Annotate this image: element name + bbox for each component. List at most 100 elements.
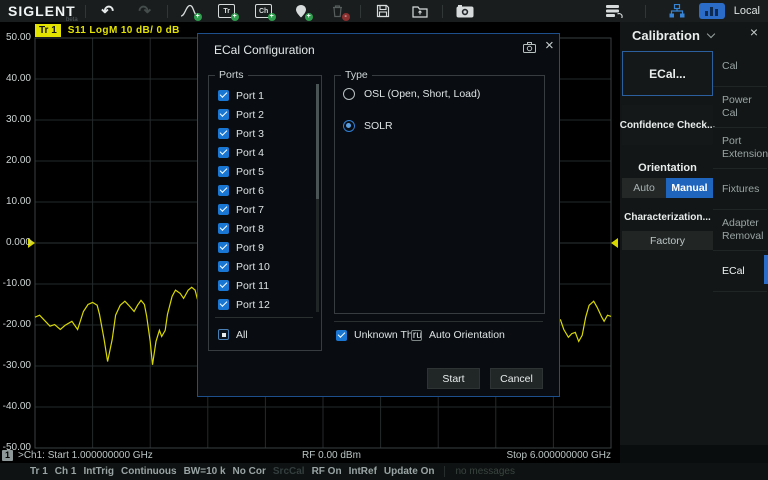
- rf-power-label[interactable]: RF 0.00 dBm: [302, 450, 361, 461]
- redo-icon[interactable]: ↷: [132, 2, 158, 20]
- port-checkbox-checked[interactable]: [218, 90, 229, 101]
- status-item-rf-on[interactable]: RF On: [312, 466, 342, 477]
- factory-button[interactable]: Factory: [622, 231, 713, 250]
- port-checkbox-checked[interactable]: [218, 223, 229, 234]
- port-checkbox-checked[interactable]: [218, 261, 229, 272]
- all-ports-label: All: [236, 329, 248, 341]
- unknown-thru-row[interactable]: Unknown Thru: [336, 328, 422, 342]
- remote-display-icon[interactable]: [699, 3, 725, 19]
- sidebar-close-icon[interactable]: ×: [750, 25, 758, 39]
- port-checkbox-row[interactable]: Port 3: [218, 124, 310, 143]
- port-checkbox-checked[interactable]: [218, 109, 229, 120]
- port-checkbox-checked[interactable]: [218, 204, 229, 215]
- ports-list: Port 1Port 2Port 3 Port 4 Port 5 Port 6 Port…: [218, 86, 310, 314]
- port-label: Port 4: [236, 147, 264, 159]
- start-frequency-label[interactable]: >Ch1: Start 1.000000000 GHz: [18, 450, 153, 461]
- status-divider: [444, 466, 445, 477]
- ecal-button[interactable]: ECal...: [622, 51, 713, 96]
- delete-icon[interactable]: -: [325, 2, 351, 20]
- port-checkbox-checked[interactable]: [218, 147, 229, 158]
- port-checkbox-row[interactable]: Port 9: [218, 238, 310, 257]
- port-checkbox-checked[interactable]: [218, 128, 229, 139]
- auto-orientation-row[interactable]: Auto Orientation: [411, 328, 505, 342]
- port-checkbox-row[interactable]: Port 8: [218, 219, 310, 238]
- orientation-auto-toggle[interactable]: Auto: [622, 178, 666, 198]
- s11-trace: [35, 287, 197, 365]
- radio-selected[interactable]: [343, 120, 355, 132]
- ports-scrollbar-thumb[interactable]: [316, 84, 319, 199]
- characterization-button[interactable]: Characterization...: [622, 212, 713, 223]
- sidebar-menu-item-cal[interactable]: Cal: [713, 46, 767, 87]
- unknown-thru-checkbox-checked[interactable]: [336, 330, 347, 341]
- chevron-down-icon: [707, 30, 715, 38]
- status-item-continuous[interactable]: Continuous: [121, 466, 177, 477]
- trace-settings-label[interactable]: S11 LogM 10 dB/ 0 dB: [68, 25, 180, 36]
- dialog-screenshot-icon[interactable]: [523, 42, 536, 53]
- open-icon[interactable]: [407, 2, 433, 20]
- solr-option-row[interactable]: SOLR: [343, 120, 393, 132]
- sidebar-menu-item-power-cal[interactable]: Power Cal: [713, 87, 767, 128]
- stop-frequency-label[interactable]: Stop 6.000000000 GHz: [506, 450, 611, 461]
- all-ports-checkbox-indeterminate[interactable]: [218, 329, 229, 340]
- sidebar-menu-item-ecal[interactable]: ECal: [713, 251, 767, 292]
- port-label: Port 6: [236, 185, 264, 197]
- confidence-check-button[interactable]: Confidence Check...: [622, 105, 713, 145]
- radio-unselected[interactable]: [343, 88, 355, 100]
- sidebar-title[interactable]: Calibration: [632, 28, 714, 43]
- sidebar-menu-item-adapter-removal[interactable]: Adapter Removal: [713, 210, 767, 251]
- port-checkbox-row[interactable]: Port 11: [218, 276, 310, 295]
- status-message: no messages: [455, 466, 514, 477]
- cancel-button[interactable]: Cancel: [490, 368, 543, 389]
- add-trace-icon[interactable]: Tr+: [214, 2, 240, 20]
- status-item-srccal[interactable]: SrcCal: [273, 466, 305, 477]
- sidebar-menu-item-port-extension[interactable]: Port Extension: [713, 128, 767, 169]
- channel-badge[interactable]: 1: [2, 450, 13, 461]
- orientation-label: Orientation: [622, 162, 713, 174]
- add-measurement-icon[interactable]: +: [177, 2, 203, 20]
- port-checkbox-row[interactable]: Port 4: [218, 143, 310, 162]
- status-item-intref[interactable]: IntRef: [349, 466, 377, 477]
- dialog-close-icon[interactable]: ×: [545, 38, 554, 53]
- port-label: Port 10: [236, 261, 270, 273]
- port-checkbox-checked[interactable]: [218, 299, 229, 310]
- port-checkbox-row[interactable]: Port 7: [218, 200, 310, 219]
- all-ports-row[interactable]: All: [218, 325, 248, 344]
- screenshot-icon[interactable]: [452, 2, 478, 20]
- osl-option-row[interactable]: OSL (Open, Short, Load): [343, 88, 480, 100]
- status-item-ch-1[interactable]: Ch 1: [55, 466, 77, 477]
- port-checkbox-checked[interactable]: [218, 166, 229, 177]
- port-checkbox-row[interactable]: Port 2: [218, 105, 310, 124]
- local-mode-label[interactable]: Local: [734, 5, 760, 17]
- port-checkbox-checked[interactable]: [218, 185, 229, 196]
- status-item-no-cor[interactable]: No Cor: [233, 466, 266, 477]
- port-checkbox-checked[interactable]: [218, 242, 229, 253]
- port-checkbox-row[interactable]: Port 1: [218, 86, 310, 105]
- orientation-manual-toggle[interactable]: Manual: [666, 178, 713, 198]
- calibration-sidebar: Calibration × ECal... Confidence Check..…: [620, 22, 768, 445]
- port-checkbox-row[interactable]: Port 5: [218, 162, 310, 181]
- add-marker-icon[interactable]: +: [288, 2, 314, 20]
- undo-icon[interactable]: ↶: [95, 2, 121, 20]
- y-axis-label: 50.00: [0, 32, 31, 43]
- port-checkbox-checked[interactable]: [218, 280, 229, 291]
- port-checkbox-row[interactable]: Port 6: [218, 181, 310, 200]
- trace-badge[interactable]: Tr 1: [35, 24, 61, 37]
- status-item-inttrig[interactable]: IntTrig: [83, 466, 114, 477]
- ecal-configuration-dialog: ECal Configuration × Ports Port 1Port 2P…: [197, 33, 560, 397]
- auto-orientation-checkbox-unchecked[interactable]: [411, 330, 422, 341]
- network-icon[interactable]: [664, 2, 690, 20]
- port-checkbox-row[interactable]: Port 12: [218, 295, 310, 314]
- system-stack-icon[interactable]: [601, 2, 627, 20]
- sidebar-menu-item-fixtures[interactable]: Fixtures: [713, 169, 767, 210]
- y-axis-label: -40.00: [0, 401, 31, 412]
- status-item-tr-1[interactable]: Tr 1: [30, 466, 48, 477]
- start-button[interactable]: Start: [427, 368, 480, 389]
- port-label: Port 8: [236, 223, 264, 235]
- save-icon[interactable]: [370, 2, 396, 20]
- add-channel-icon[interactable]: Ch+: [251, 2, 277, 20]
- toolbar-separator: [167, 5, 168, 18]
- status-item-update-on[interactable]: Update On: [384, 466, 435, 477]
- y-axis-label: 20.00: [0, 155, 31, 166]
- port-checkbox-row[interactable]: Port 10: [218, 257, 310, 276]
- status-item-bw-10-k[interactable]: BW=10 k: [184, 466, 226, 477]
